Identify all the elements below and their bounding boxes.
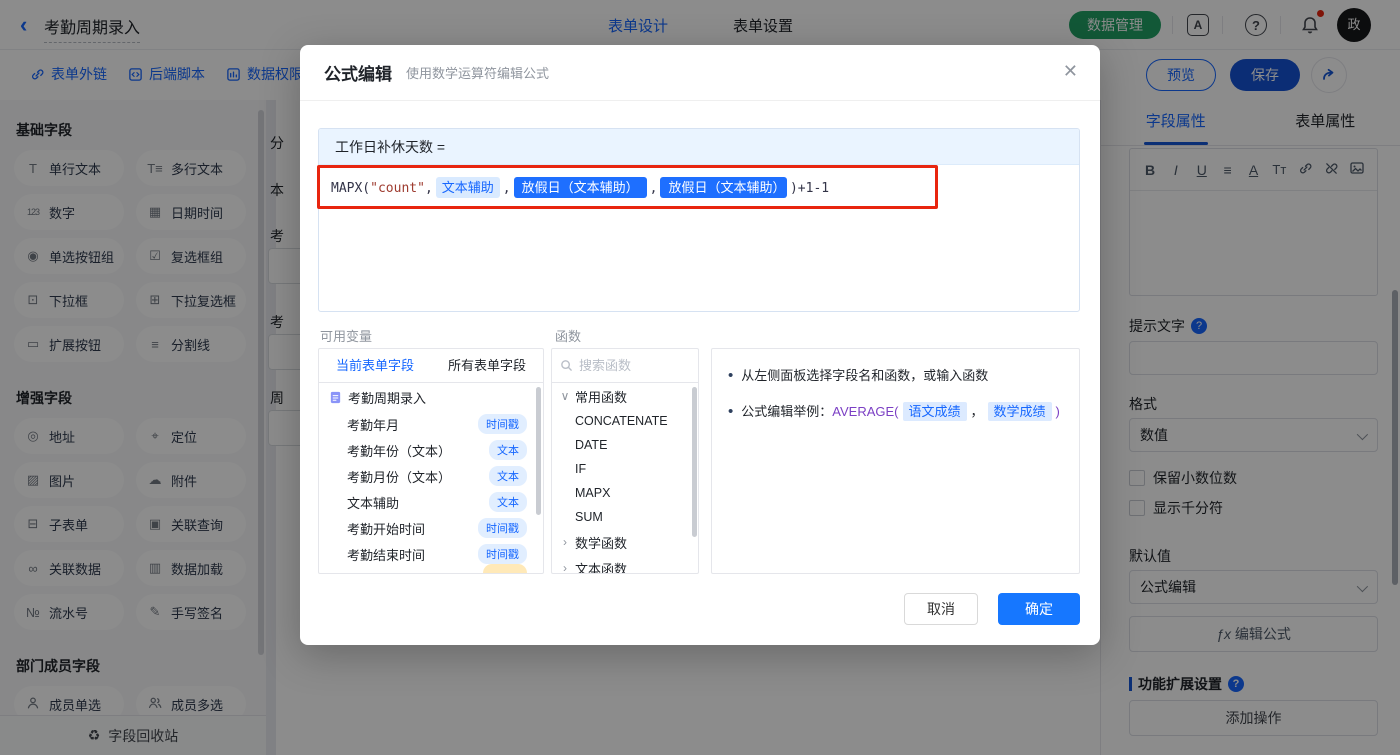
chevron-right-icon: › [563,561,567,574]
functions-label: 函数 [555,329,582,344]
example-token: 数学成绩 [987,402,1052,421]
chevron-right-icon: › [563,535,567,549]
formula-tail: )+1-1 [789,181,830,196]
formula-box: 工作日补休天数 = MAPX("count", 文本辅助, 放假日（文本辅助）, 放假… [318,128,1080,312]
variable-row[interactable]: 文本辅助 文本 [319,489,543,515]
modal-title: 公式编辑 [324,65,392,84]
formula-fn: MAPX( [331,181,371,196]
example-function: AVERAGE( [832,404,899,419]
variables-tabs: 当前表单字段 所有表单字段 [319,349,543,383]
tip-line-1: • 从左侧面板选择字段名和函数，或输入函数 [728,365,1063,387]
formula-target: 工作日补休天数 = [319,129,1079,165]
chevron-down-icon: ∨ [560,389,570,403]
example-token: 语文成绩 [902,402,967,421]
group-math-functions[interactable]: › 数学函数 [552,529,698,555]
formula-comma: , [649,181,658,196]
formula-comma: , [502,181,511,196]
variable-row[interactable]: 考勤月份（文本） 文本 [319,463,543,489]
tab-all-form-fields[interactable]: 所有表单字段 [431,349,543,382]
formula-code-editor[interactable]: MAPX("count", 文本辅助, 放假日（文本辅助）, 放假日（文本辅助）)+1… [319,165,1079,311]
close-icon[interactable]: ✕ [1063,61,1078,82]
function-date[interactable]: DATE [552,433,698,457]
formula-comma: , [424,181,433,196]
type-badge: 时间戳 [478,518,527,538]
type-badge: 文本 [489,492,527,512]
type-badge: 时间戳 [478,544,527,564]
bullet-icon: • [728,403,734,420]
modal-header: 公式编辑 使用数学运算符编辑公式 ✕ [300,45,1100,101]
form-doc-icon [330,391,341,403]
function-if[interactable]: IF [552,457,698,481]
group-text-functions[interactable]: › 文本函数 [552,555,698,574]
function-search-input[interactable] [579,358,679,373]
function-concatenate[interactable]: CONCATENATE [552,409,698,433]
variables-label: 可用变量 [320,329,373,344]
variable-row[interactable]: 考勤年份（文本） 文本 [319,437,543,463]
type-badge: 文本 [489,440,527,460]
group-common-functions[interactable]: ∨ 常用函数 [552,383,698,409]
formula-string: "count" [370,181,425,196]
tip-line-2: • 公式编辑举例：AVERAGE(语文成绩，数学成绩) [728,401,1063,423]
field-token[interactable]: 文本辅助 [435,177,500,198]
modal-footer: 取消 确定 [904,593,1080,625]
modal-subtitle: 使用数学运算符编辑公式 [406,66,550,81]
confirm-button[interactable]: 确定 [998,593,1080,625]
field-token-selected[interactable]: 放假日（文本辅助） [660,177,787,198]
bullet-icon: • [728,367,734,384]
variables-panel: 当前表单字段 所有表单字段 考勤周期录入 考勤年月 时间戳 考勤年份（文本） 文本 … [318,348,544,574]
type-badge: 时间戳 [478,414,527,434]
variable-row[interactable]: 考勤开始时间 时间戳 [319,515,543,541]
function-mapx[interactable]: MAPX [552,481,698,505]
partial-badge [483,564,527,573]
example-paren: ) [1055,404,1060,419]
function-sum[interactable]: SUM [552,505,698,529]
function-search [552,349,698,383]
variables-tree-root[interactable]: 考勤周期录入 [319,383,543,411]
tips-panel: • 从左侧面板选择字段名和函数，或输入函数 • 公式编辑举例：AVERAGE(语… [711,348,1080,574]
variable-row[interactable]: 考勤年月 时间戳 [319,411,543,437]
variables-scrollbar[interactable] [536,387,541,515]
tab-current-form-fields[interactable]: 当前表单字段 [319,349,431,382]
type-badge: 文本 [489,466,527,486]
formula-editor-modal: 公式编辑 使用数学运算符编辑公式 ✕ 工作日补休天数 = MAPX("count… [300,45,1100,645]
cancel-button[interactable]: 取消 [904,593,978,625]
functions-panel: ∨ 常用函数 CONCATENATE DATE IF MAPX SUM › 数学… [551,348,699,574]
functions-scrollbar[interactable] [692,387,697,537]
search-icon [561,360,572,371]
field-token-selected[interactable]: 放假日（文本辅助） [513,177,647,198]
